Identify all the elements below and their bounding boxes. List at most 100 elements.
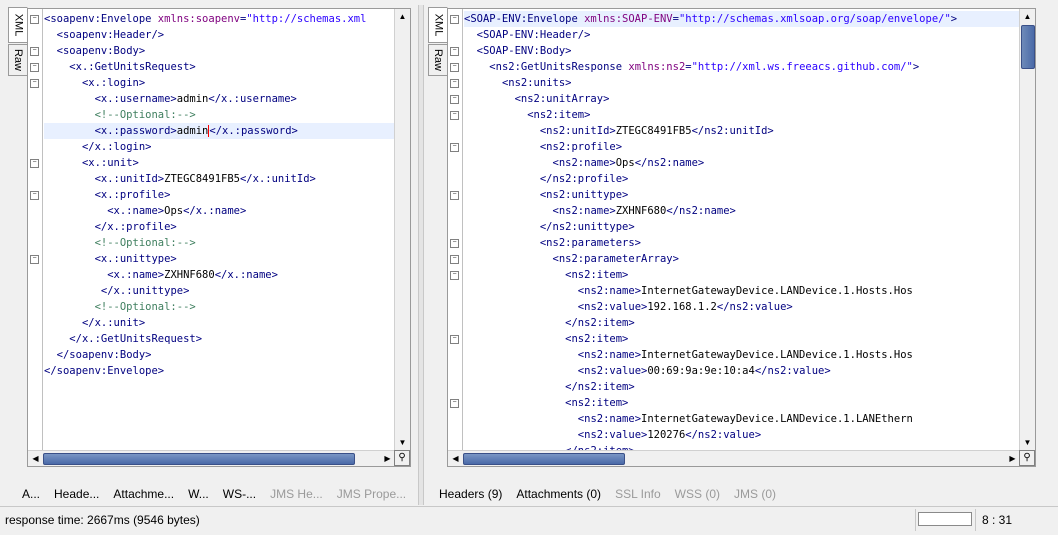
code-line[interactable]: </x.:unittype> [44,283,394,299]
request-bottom-tab[interactable]: JMS He... [270,487,323,501]
response-xml-code[interactable]: <SOAP-ENV:Envelope xmlns:SOAP-ENV="http:… [464,11,1019,450]
request-tab-xml[interactable]: XML [8,7,28,43]
code-line[interactable]: <ns2:item> [464,331,1019,347]
code-line[interactable]: </soapenv:Envelope> [44,363,394,379]
code-line[interactable]: <!--Optional:--> [44,299,394,315]
find-icon[interactable]: ⚲ [394,450,410,466]
code-line[interactable]: <ns2:units> [464,75,1019,91]
code-line[interactable]: </x.:unit> [44,315,394,331]
request-bottom-tab[interactable]: A... [22,487,40,501]
code-line[interactable]: <SOAP-ENV:Header/> [464,27,1019,43]
scroll-down-arrow-icon[interactable]: ▼ [395,435,410,450]
code-line[interactable]: <x.:login> [44,75,394,91]
response-tab-xml[interactable]: XML [428,7,448,43]
code-line[interactable]: <ns2:item> [464,395,1019,411]
code-line[interactable]: <x.:unit> [44,155,394,171]
fold-toggle-icon[interactable]: − [450,255,459,264]
request-bottom-tab[interactable]: Attachme... [113,487,174,501]
code-line[interactable]: </x.:GetUnitsRequest> [44,331,394,347]
code-line[interactable]: <ns2:value>00:69:9a:9e:10:a4</ns2:value> [464,363,1019,379]
scroll-left-arrow-icon[interactable]: ◀ [448,451,463,466]
horizontal-scroll-thumb[interactable] [463,453,625,465]
code-line[interactable]: <ns2:value>192.168.1.2</ns2:value> [464,299,1019,315]
fold-toggle-icon[interactable]: − [30,47,39,56]
scroll-right-arrow-icon[interactable]: ▶ [1005,451,1020,466]
find-icon[interactable]: ⚲ [1019,450,1035,466]
split-pane-divider[interactable] [418,5,424,505]
fold-toggle-icon[interactable]: − [30,191,39,200]
fold-toggle-icon[interactable]: − [450,95,459,104]
fold-toggle-icon[interactable]: − [450,335,459,344]
scroll-down-arrow-icon[interactable]: ▼ [1020,435,1035,450]
response-xml-editor[interactable]: − − − − − − − − − − − − − <SOAP-ENV:Envelope xmlns:S… [447,8,1036,467]
code-line[interactable]: <ns2:value>120276</ns2:value> [464,427,1019,443]
fold-toggle-icon[interactable]: − [450,143,459,152]
fold-toggle-icon[interactable]: − [450,47,459,56]
code-line[interactable]: <ns2:profile> [464,139,1019,155]
code-line[interactable]: </ns2:item> [464,315,1019,331]
fold-toggle-icon[interactable]: − [450,79,459,88]
response-tab-raw[interactable]: Raw [428,44,448,76]
scroll-up-arrow-icon[interactable]: ▲ [1020,9,1035,24]
fold-toggle-icon[interactable]: − [450,15,459,24]
response-bottom-tab[interactable]: Attachments (0) [516,487,601,501]
request-bottom-tab[interactable]: WS-... [223,487,256,501]
code-line[interactable]: <ns2:name>InternetGatewayDevice.LANDevic… [464,411,1019,427]
code-line[interactable]: </x.:profile> [44,219,394,235]
code-line[interactable]: <x.:name>Ops</x.:name> [44,203,394,219]
request-tab-raw[interactable]: Raw [8,44,28,76]
code-line[interactable]: </x.:login> [44,139,394,155]
code-line[interactable]: <ns2:name>Ops</ns2:name> [464,155,1019,171]
fold-toggle-icon[interactable]: − [450,239,459,248]
response-vertical-scrollbar[interactable]: ▲ ▼ [1019,9,1035,450]
code-line[interactable]: <ns2:name>InternetGatewayDevice.LANDevic… [464,347,1019,363]
vertical-scroll-thumb[interactable] [1021,25,1035,69]
response-horizontal-scrollbar[interactable]: ◀ ▶ [448,450,1020,466]
fold-toggle-icon[interactable]: − [450,399,459,408]
fold-toggle-icon[interactable]: − [450,271,459,280]
code-line[interactable]: <ns2:item> [464,107,1019,123]
scroll-right-arrow-icon[interactable]: ▶ [380,451,395,466]
code-line[interactable]: <ns2:unitArray> [464,91,1019,107]
request-bottom-tab[interactable]: Heade... [54,487,99,501]
code-line[interactable]: <SOAP-ENV:Body> [464,43,1019,59]
code-line[interactable]: <soapenv:Header/> [44,27,394,43]
fold-toggle-icon[interactable]: − [30,255,39,264]
code-line[interactable]: <!--Optional:--> [44,235,394,251]
response-bottom-tab[interactable]: JMS (0) [734,487,776,501]
fold-toggle-icon[interactable]: − [30,79,39,88]
code-line[interactable]: <x.:username>admin</x.:username> [44,91,394,107]
code-line[interactable]: <SOAP-ENV:Envelope xmlns:SOAP-ENV="http:… [464,11,1019,27]
code-line[interactable]: </ns2:profile> [464,171,1019,187]
code-line[interactable]: </soapenv:Body> [44,347,394,363]
response-bottom-tab[interactable]: SSL Info [615,487,661,501]
request-horizontal-scrollbar[interactable]: ◀ ▶ [28,450,395,466]
fold-toggle-icon[interactable]: − [450,111,459,120]
code-line[interactable]: <soapenv:Body> [44,43,394,59]
scroll-left-arrow-icon[interactable]: ◀ [28,451,43,466]
code-line[interactable]: <x.:profile> [44,187,394,203]
response-bottom-tab[interactable]: Headers (9) [439,487,502,501]
request-xml-editor[interactable]: − − − − − − − <soapenv:Envelope xmlns:soapenv=… [27,8,411,467]
code-line[interactable]: <ns2:item> [464,267,1019,283]
code-line[interactable]: <ns2:GetUnitsResponse xmlns:ns2="http://… [464,59,1019,75]
code-line[interactable]: <ns2:parameters> [464,235,1019,251]
code-line[interactable]: </ns2:item> [464,443,1019,450]
code-line[interactable]: <x.:GetUnitsRequest> [44,59,394,75]
code-line[interactable]: <ns2:unittype> [464,187,1019,203]
response-bottom-tab[interactable]: WSS (0) [675,487,720,501]
code-line[interactable]: <ns2:unitId>ZTEGC8491FB5</ns2:unitId> [464,123,1019,139]
fold-toggle-icon[interactable]: − [30,15,39,24]
horizontal-scroll-thumb[interactable] [43,453,355,465]
fold-toggle-icon[interactable]: − [450,191,459,200]
fold-toggle-icon[interactable]: − [30,63,39,72]
code-line[interactable]: <ns2:name>ZXHNF680</ns2:name> [464,203,1019,219]
fold-toggle-icon[interactable]: − [450,63,459,72]
request-vertical-scrollbar[interactable]: ▲ ▼ [394,9,410,450]
code-line[interactable]: <x.:password>admin</x.:password> [44,123,394,139]
fold-toggle-icon[interactable]: − [30,159,39,168]
code-line[interactable]: <ns2:name>InternetGatewayDevice.LANDevic… [464,283,1019,299]
request-bottom-tab[interactable]: W... [188,487,209,501]
code-line[interactable]: </ns2:item> [464,379,1019,395]
code-line[interactable]: <soapenv:Envelope xmlns:soapenv="http://… [44,11,394,27]
